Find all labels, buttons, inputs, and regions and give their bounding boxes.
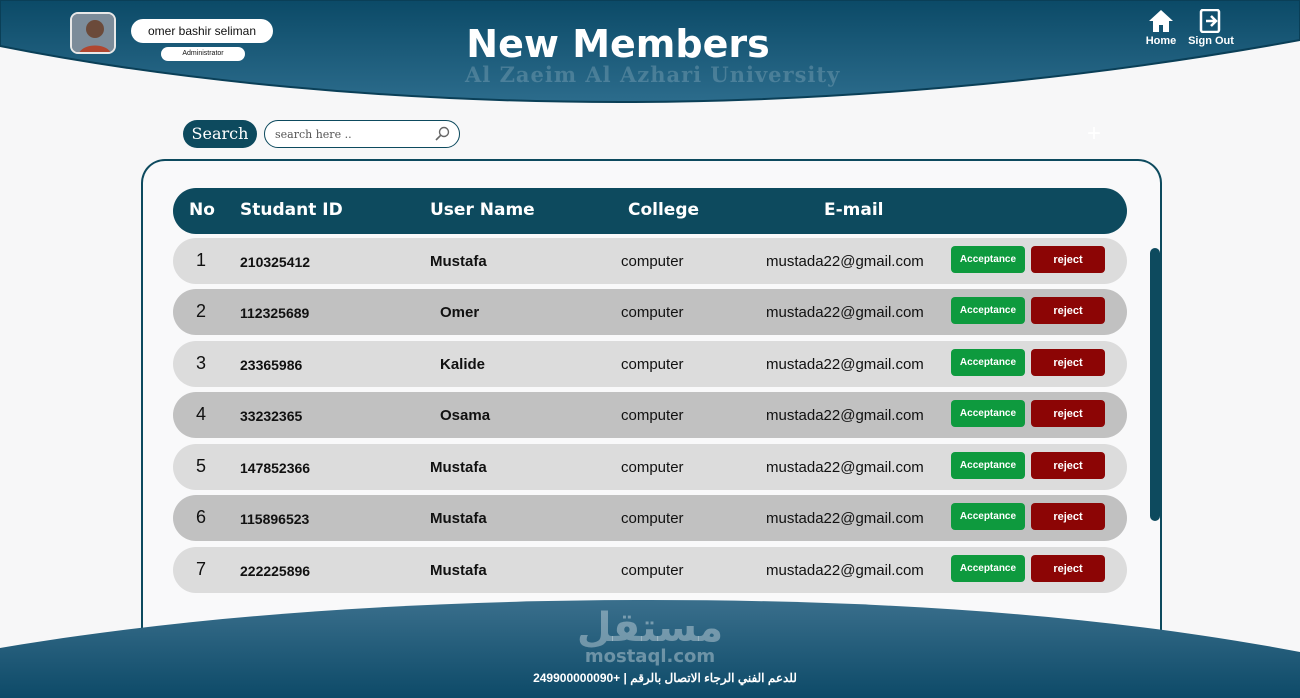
table-row: 2 112325689 Omer computer mustada22@gmai… [173,289,1127,335]
user-name: Omer [440,304,480,321]
support-text: للدعم الفني الرجاء الاتصال بالرقم | +249… [533,671,797,685]
table-row: 3 23365986 Kalide computer mustada22@gma… [173,341,1127,387]
user-name: Mustafa [430,562,487,579]
college: computer [621,459,684,476]
page-title: New Members [466,22,770,66]
college: computer [621,562,684,579]
email: mustada22@gmail.com [766,459,924,476]
student-id: 222225896 [240,563,311,579]
reject-button[interactable]: reject [1031,400,1105,427]
add-icon[interactable]: + [1087,122,1101,146]
row-number: 2 [196,301,207,321]
row-number: 6 [196,507,207,527]
user-name: Mustafa [430,510,487,527]
college: computer [621,304,684,321]
college: computer [621,510,684,527]
table-row: 5 147852366 Mustafa computer mustada22@g… [173,444,1127,490]
email: mustada22@gmail.com [766,407,924,424]
table-row: 6 115896523 Mustafa computer mustada22@g… [173,495,1127,541]
row-number: 3 [196,353,207,373]
user-name: Osama [440,407,491,424]
college: computer [621,356,684,373]
reject-button[interactable]: reject [1031,246,1105,273]
reject-button[interactable]: reject [1031,452,1105,479]
home-button[interactable]: Home [1136,9,1186,47]
accept-button[interactable]: Acceptance [951,297,1025,324]
email: mustada22@gmail.com [766,253,924,270]
student-id: 33232365 [240,408,303,424]
student-id: 147852366 [240,460,311,476]
home-icon [1149,10,1173,32]
search-label: Search [183,120,257,148]
student-id: 23365986 [240,357,303,373]
avatar[interactable] [70,12,116,54]
user-name: Mustafa [430,253,487,270]
reject-button[interactable]: reject [1031,503,1105,530]
accept-button[interactable]: Acceptance [951,349,1025,376]
column-header-no: No [189,200,215,220]
search-box[interactable] [264,120,460,148]
user-name: Mustafa [430,459,487,476]
accept-button[interactable]: Acceptance [951,555,1025,582]
row-number: 1 [196,250,207,270]
sign-out-label: Sign Out [1188,35,1234,47]
email: mustada22@gmail.com [766,562,924,579]
student-id: 115896523 [240,511,310,527]
table-row: 1 210325412 Mustafa computer mustada22@g… [173,238,1127,284]
search-input[interactable] [275,126,425,143]
scrollbar[interactable] [1150,248,1160,521]
table-header: No Studant ID User Name College E-mail [173,188,1127,234]
table-row: 4 33232365 Osama computer mustada22@gmai… [173,392,1127,438]
footer-logo: مستقل mostaql.com [560,606,740,667]
search-icon[interactable] [434,126,450,142]
email: mustada22@gmail.com [766,510,924,527]
logo-arabic: مستقل [576,605,724,651]
column-header-college: College [628,200,700,220]
row-number: 5 [196,456,207,476]
accept-button[interactable]: Acceptance [951,503,1025,530]
row-number: 7 [196,559,207,579]
student-id: 210325412 [240,254,311,270]
student-id: 112325689 [240,305,310,321]
row-number: 4 [196,404,207,424]
reject-button[interactable]: reject [1031,555,1105,582]
home-label: Home [1145,35,1177,47]
user-name: omer bashir seliman [131,19,273,43]
user-name: Kalide [440,356,486,373]
accept-button[interactable]: Acceptance [951,452,1025,479]
email: mustada22@gmail.com [766,304,924,321]
reject-button[interactable]: reject [1031,297,1105,324]
user-role-badge: Administrator [161,47,245,61]
logo-domain: mostaql.com [584,646,716,667]
college: computer [621,407,684,424]
reject-button[interactable]: reject [1031,349,1105,376]
sign-out-button[interactable]: Sign Out [1186,9,1236,47]
accept-button[interactable]: Acceptance [951,246,1025,273]
sign-out-icon [1199,9,1221,33]
table-row: 7 222225896 Mustafa computer mustada22@g… [173,547,1127,593]
email: mustada22@gmail.com [766,356,924,373]
column-header-user-name: User Name [430,200,535,220]
column-header-email: E-mail [824,200,884,220]
accept-button[interactable]: Acceptance [951,400,1025,427]
college: computer [621,253,684,270]
column-header-student-id: Studant ID [240,200,343,220]
